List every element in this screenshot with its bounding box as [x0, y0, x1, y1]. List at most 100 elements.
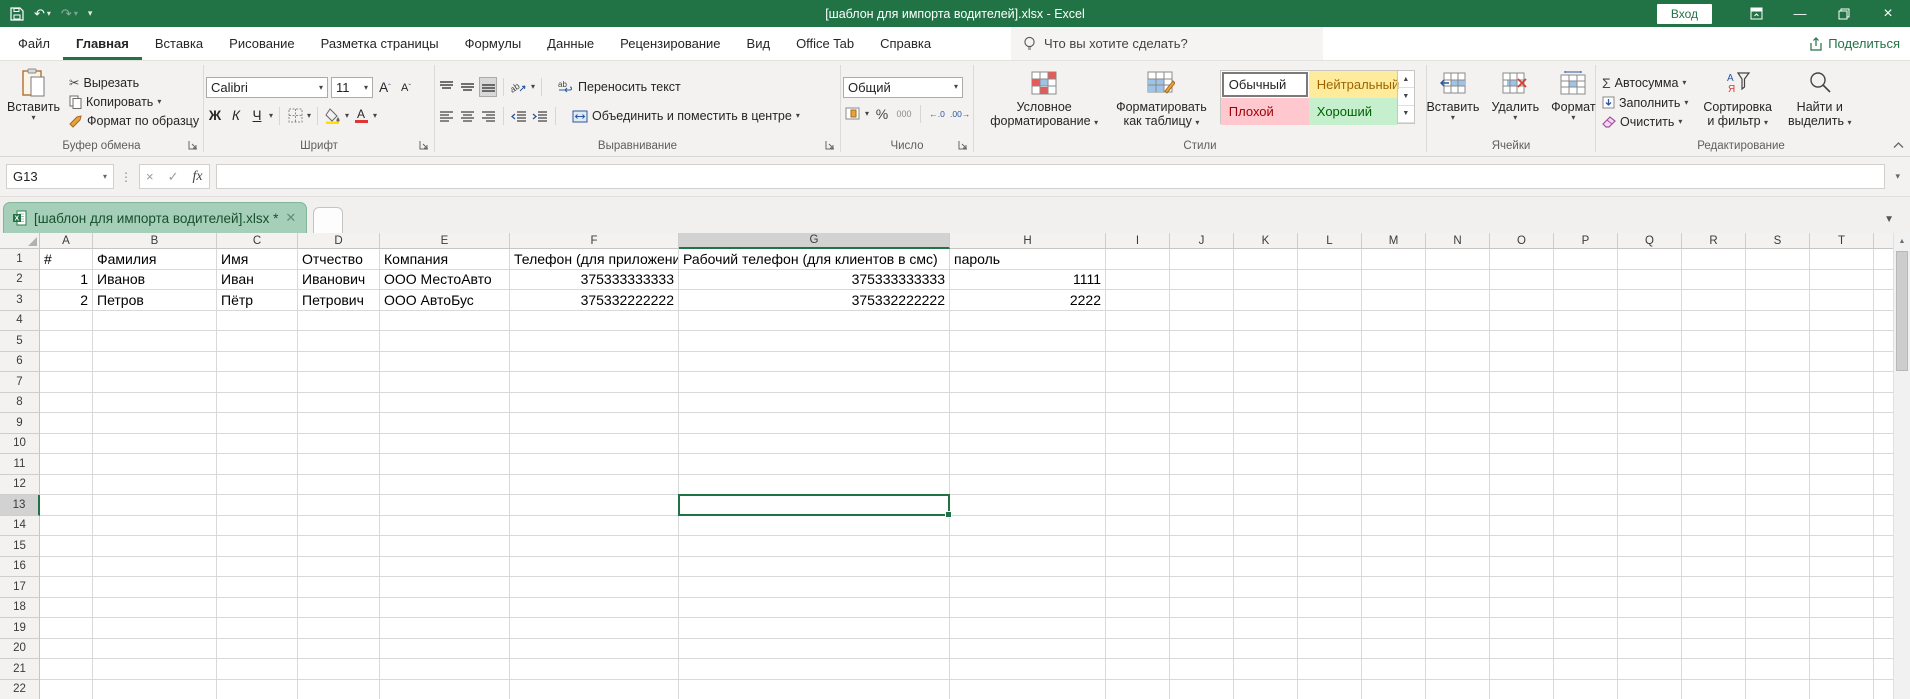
scrollbar-thumb[interactable]	[1896, 251, 1908, 371]
delete-cells-button[interactable]: Удалить ▾	[1486, 64, 1544, 139]
cell-K15[interactable]	[1234, 536, 1298, 557]
cell-J9[interactable]	[1170, 413, 1234, 434]
cell-O10[interactable]	[1490, 433, 1554, 454]
row-header-12[interactable]: 12	[0, 474, 40, 495]
accounting-format-icon[interactable]	[843, 104, 861, 124]
cell-G15[interactable]	[679, 536, 950, 557]
cell-J21[interactable]	[1170, 659, 1234, 680]
cell-I11[interactable]	[1106, 454, 1170, 475]
tab-view[interactable]: Вид	[734, 27, 784, 60]
cell-O13[interactable]	[1490, 495, 1554, 516]
cell-D7[interactable]	[298, 372, 380, 393]
cell-L20[interactable]	[1298, 638, 1362, 659]
cell-L15[interactable]	[1298, 536, 1362, 557]
cell-B21[interactable]	[93, 659, 217, 680]
bold-button[interactable]: Ж	[206, 106, 224, 126]
formula-bar-splitter[interactable]: ⋮	[120, 170, 133, 184]
cell-A17[interactable]	[40, 577, 93, 598]
cell-K16[interactable]	[1234, 556, 1298, 577]
cell-G3[interactable]: 375332222222	[679, 290, 950, 311]
cell-J19[interactable]	[1170, 618, 1234, 639]
cell-C18[interactable]	[217, 597, 298, 618]
cell-partial-2[interactable]	[1874, 270, 1894, 290]
cell-partial-19[interactable]	[1874, 618, 1894, 639]
cell-M15[interactable]	[1362, 536, 1426, 557]
cell-R22[interactable]	[1682, 679, 1746, 699]
cell-P2[interactable]	[1554, 269, 1618, 290]
cell-M18[interactable]	[1362, 597, 1426, 618]
underline-dropdown[interactable]: ▾	[269, 111, 273, 120]
row-header-11[interactable]: 11	[0, 454, 40, 475]
cell-H6[interactable]	[950, 351, 1106, 372]
cell-H2[interactable]: 1111	[950, 269, 1106, 290]
cell-P16[interactable]	[1554, 556, 1618, 577]
cell-L14[interactable]	[1298, 515, 1362, 536]
cell-G2[interactable]: 375333333333	[679, 269, 950, 290]
cell-J6[interactable]	[1170, 351, 1234, 372]
cell-F8[interactable]	[510, 392, 679, 413]
cell-E12[interactable]	[380, 474, 510, 495]
align-center-icon[interactable]	[458, 106, 476, 126]
cell-F11[interactable]	[510, 454, 679, 475]
cell-N20[interactable]	[1426, 638, 1490, 659]
cell-H22[interactable]	[950, 679, 1106, 699]
cell-I16[interactable]	[1106, 556, 1170, 577]
cell-P17[interactable]	[1554, 577, 1618, 598]
cell-M11[interactable]	[1362, 454, 1426, 475]
cell-J13[interactable]	[1170, 495, 1234, 516]
cell-P3[interactable]	[1554, 290, 1618, 311]
row-header-22[interactable]: 22	[0, 679, 40, 699]
column-header-L[interactable]: L	[1298, 233, 1362, 249]
row-header-13[interactable]: 13	[0, 495, 40, 516]
cell-B2[interactable]: Иванов	[93, 269, 217, 290]
cell-K18[interactable]	[1234, 597, 1298, 618]
cell-K12[interactable]	[1234, 474, 1298, 495]
cell-C20[interactable]	[217, 638, 298, 659]
cell-F4[interactable]	[510, 310, 679, 331]
cell-P11[interactable]	[1554, 454, 1618, 475]
column-header-P[interactable]: P	[1554, 233, 1618, 249]
sort-filter-button[interactable]: АЯ Сортировка и фильтр ▾	[1698, 64, 1777, 139]
cell-N6[interactable]	[1426, 351, 1490, 372]
cell-Q18[interactable]	[1618, 597, 1682, 618]
cell-T14[interactable]	[1810, 515, 1874, 536]
cell-F21[interactable]	[510, 659, 679, 680]
cell-D21[interactable]	[298, 659, 380, 680]
decrease-indent-icon[interactable]	[510, 106, 528, 126]
cell-I17[interactable]	[1106, 577, 1170, 598]
cell-K7[interactable]	[1234, 372, 1298, 393]
cell-J11[interactable]	[1170, 454, 1234, 475]
cell-R20[interactable]	[1682, 638, 1746, 659]
cell-G22[interactable]	[679, 679, 950, 699]
cell-D20[interactable]	[298, 638, 380, 659]
cell-O9[interactable]	[1490, 413, 1554, 434]
cell-L17[interactable]	[1298, 577, 1362, 598]
cell-N11[interactable]	[1426, 454, 1490, 475]
cell-J5[interactable]	[1170, 331, 1234, 352]
cell-J18[interactable]	[1170, 597, 1234, 618]
cell-A10[interactable]	[40, 433, 93, 454]
cell-K11[interactable]	[1234, 454, 1298, 475]
cell-O5[interactable]	[1490, 331, 1554, 352]
cell-E5[interactable]	[380, 331, 510, 352]
cell-A20[interactable]	[40, 638, 93, 659]
cell-N18[interactable]	[1426, 597, 1490, 618]
cell-C7[interactable]	[217, 372, 298, 393]
autosum-button[interactable]: Σ Автосумма ▾	[1598, 73, 1692, 93]
column-header-H[interactable]: H	[950, 233, 1106, 249]
cell-I15[interactable]	[1106, 536, 1170, 557]
cell-G8[interactable]	[679, 392, 950, 413]
cell-R15[interactable]	[1682, 536, 1746, 557]
cell-A19[interactable]	[40, 618, 93, 639]
cell-N15[interactable]	[1426, 536, 1490, 557]
cell-Q7[interactable]	[1618, 372, 1682, 393]
scroll-up-icon[interactable]: ▲	[1894, 233, 1910, 250]
cell-G1[interactable]: Рабочий телефон (для клиентов в смс)	[679, 249, 950, 270]
cell-R9[interactable]	[1682, 413, 1746, 434]
cell-G11[interactable]	[679, 454, 950, 475]
cell-J16[interactable]	[1170, 556, 1234, 577]
column-header-O[interactable]: O	[1490, 233, 1554, 249]
cancel-icon[interactable]: ×	[146, 169, 154, 184]
cell-partial-15[interactable]	[1874, 536, 1894, 557]
cell-O22[interactable]	[1490, 679, 1554, 699]
